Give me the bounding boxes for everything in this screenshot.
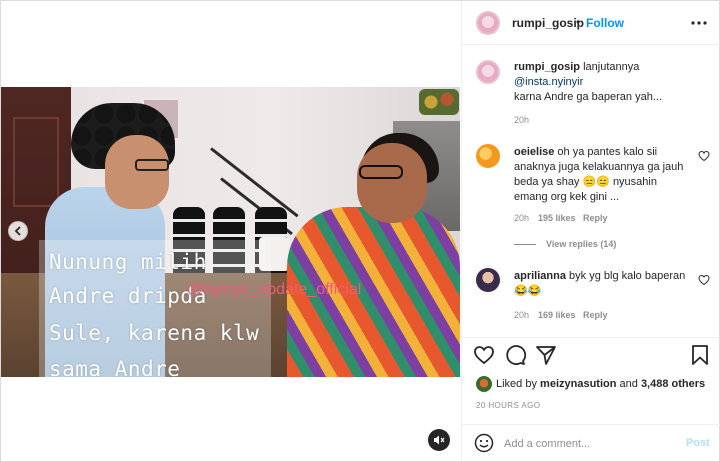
video-caption-line: sama Andre xyxy=(49,357,181,377)
post-sidebar: rumpi_gosip • Follow rumpi_gosip lanjuta… xyxy=(461,1,720,461)
comment-time[interactable]: 20h xyxy=(514,310,529,320)
post-actions: Liked by meizynasution and 3,488 others … xyxy=(462,337,720,461)
caption-time[interactable]: 20h xyxy=(514,115,529,125)
comment-body: aprilianna byk yg blg kalo baperan 😂😂 xyxy=(514,269,692,299)
video-player[interactable]: Nunung milih Andre dripda Sule, karena k… xyxy=(1,87,460,377)
comment-input[interactable] xyxy=(504,435,674,453)
post-timestamp[interactable]: 20 HOURS AGO xyxy=(476,401,540,410)
post-caption: rumpi_gosip lanjutannya @insta.nyinyir k… xyxy=(514,60,710,105)
bookmark-icon[interactable] xyxy=(689,344,711,366)
reply-button[interactable]: Reply xyxy=(583,310,608,320)
video-person-left-glasses xyxy=(135,159,169,171)
heart-icon[interactable] xyxy=(698,150,710,162)
post-header: rumpi_gosip • Follow xyxy=(462,1,720,45)
caption-text: karna Andre ga baperan yah... xyxy=(514,91,662,103)
replies-divider xyxy=(514,244,536,245)
caption-mention[interactable]: @insta.nyinyir xyxy=(514,76,583,88)
heart-icon[interactable] xyxy=(698,274,710,286)
add-comment-bar: Post xyxy=(462,424,720,462)
video-person-right-glasses xyxy=(359,165,403,179)
comment-time[interactable]: 20h xyxy=(514,213,529,223)
video-caption-line: Nunung milih xyxy=(49,250,207,274)
follow-button[interactable]: Follow xyxy=(586,16,624,30)
view-replies-button[interactable]: View replies (14) xyxy=(546,239,616,249)
post-media[interactable]: Nunung milih Andre dripda Sule, karena k… xyxy=(1,1,460,461)
avatar[interactable] xyxy=(476,376,492,392)
comment-icon[interactable] xyxy=(504,344,526,366)
likes-summary[interactable]: Liked by meizynasution and 3,488 others xyxy=(496,378,705,390)
video-caption-line: Sule, karena klw xyxy=(49,321,260,345)
avatar[interactable] xyxy=(476,11,500,35)
likes-middle: and xyxy=(619,378,638,390)
likes-user[interactable]: meizynasution xyxy=(540,378,616,390)
emoji-icon[interactable] xyxy=(474,433,494,453)
chevron-left-icon[interactable] xyxy=(8,221,28,241)
mute-icon[interactable] xyxy=(428,429,450,451)
reply-button[interactable]: Reply xyxy=(583,213,608,223)
avatar[interactable] xyxy=(476,268,500,292)
comment-likes[interactable]: 169 likes xyxy=(538,310,576,320)
video-caption-line: Andre dripda xyxy=(49,284,207,308)
avatar[interactable] xyxy=(476,60,500,84)
header-separator: • xyxy=(576,15,581,29)
avatar[interactable] xyxy=(476,144,500,168)
likes-prefix: Liked by xyxy=(496,378,537,390)
comment-body: oeielise oh ya pantes kalo sii anaknya j… xyxy=(514,145,692,205)
share-icon[interactable] xyxy=(535,344,557,366)
heart-icon[interactable] xyxy=(473,344,495,366)
video-person-right-head xyxy=(357,143,427,223)
comments-list[interactable]: rumpi_gosip lanjutannya @insta.nyinyir k… xyxy=(462,46,720,336)
caption-username[interactable]: rumpi_gosip xyxy=(514,61,580,73)
video-person-left-head xyxy=(105,135,169,209)
header-username[interactable]: rumpi_gosip xyxy=(512,16,584,30)
video-stairs xyxy=(210,137,301,236)
caption-text: lanjutannya xyxy=(583,61,640,73)
video-plant xyxy=(419,89,459,115)
more-icon[interactable] xyxy=(690,14,708,32)
post-button[interactable]: Post xyxy=(686,437,710,449)
comment-username[interactable]: aprilianna xyxy=(514,270,566,282)
likes-others[interactable]: 3,488 others xyxy=(641,378,705,390)
video-watermark: @nyinyir_update_official xyxy=(187,281,362,298)
comment-username[interactable]: oeielise xyxy=(514,146,554,158)
comment-likes[interactable]: 195 likes xyxy=(538,213,576,223)
